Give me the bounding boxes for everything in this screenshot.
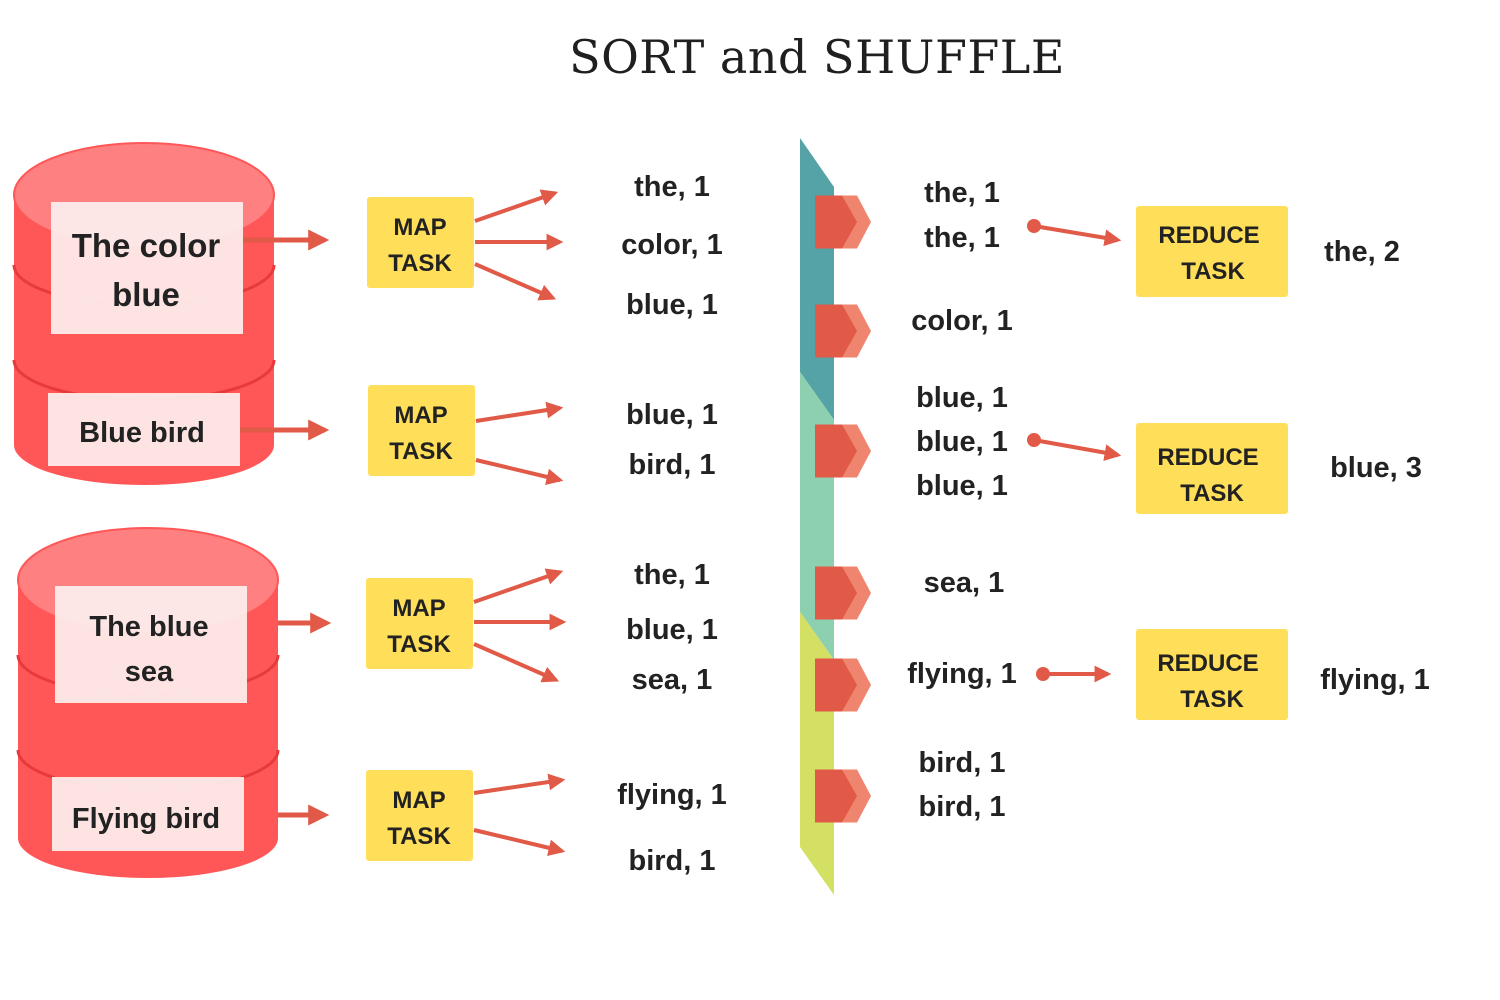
input-split-1: The color blue bbox=[51, 202, 243, 334]
input-split-line: Blue bird bbox=[79, 417, 205, 449]
shuffle-item: bird, 1 bbox=[918, 747, 1005, 779]
map-output-pair: the, 1 bbox=[634, 171, 710, 203]
map-output-arrow bbox=[473, 773, 566, 795]
map-task-label: TASK bbox=[388, 250, 452, 277]
map-output-arrow bbox=[475, 458, 564, 486]
map-output-arrow bbox=[473, 828, 566, 857]
reduce-task-label: TASK bbox=[1180, 480, 1244, 507]
shuffle-item: the, 1 bbox=[924, 177, 1000, 209]
shuffle-to-reduce-connector-2 bbox=[1027, 433, 1122, 461]
map-task-label: MAP bbox=[392, 787, 445, 814]
reduce-result: blue, 3 bbox=[1330, 452, 1422, 484]
input-split-line: Flying bird bbox=[72, 803, 220, 835]
shuffle-item: blue, 1 bbox=[916, 426, 1008, 458]
shuffle-item: blue, 1 bbox=[916, 382, 1008, 414]
reduce-task-2: REDUCE TASK bbox=[1136, 423, 1288, 514]
map-output-arrow bbox=[473, 642, 560, 683]
reduce-task-label: REDUCE bbox=[1158, 222, 1259, 249]
map-task-2: MAP TASK bbox=[368, 385, 475, 476]
reduce-task-label: TASK bbox=[1180, 686, 1244, 713]
map-task-label: TASK bbox=[389, 438, 453, 465]
map-output-pair: the, 1 bbox=[634, 559, 710, 591]
map-task-label: TASK bbox=[387, 631, 451, 658]
input-split-4: Flying bird bbox=[52, 777, 244, 851]
input-split-2: Blue bird bbox=[48, 393, 240, 466]
shuffle-to-reduce-connector-3 bbox=[1036, 665, 1112, 683]
map-task-3: MAP TASK bbox=[366, 578, 473, 669]
map-output-pair: blue, 1 bbox=[626, 614, 718, 646]
map-output-pair: flying, 1 bbox=[617, 779, 727, 811]
input-split-line: blue bbox=[112, 276, 180, 313]
reduce-task-label: REDUCE bbox=[1157, 650, 1258, 677]
map-output-pair: blue, 1 bbox=[626, 399, 718, 431]
map-output-arrow bbox=[473, 568, 564, 604]
map-output-arrow bbox=[474, 189, 559, 223]
map-task-label: TASK bbox=[387, 823, 451, 850]
shuffle-marker bbox=[815, 769, 871, 823]
map-output-pair: blue, 1 bbox=[626, 289, 718, 321]
shuffle-segment-3 bbox=[800, 612, 834, 895]
shuffle-item: color, 1 bbox=[911, 305, 1013, 337]
map-output-arrow bbox=[475, 401, 564, 423]
map-output-pair: sea, 1 bbox=[632, 664, 713, 696]
shuffle-groups: the, 1 the, 1 color, 1 blue, 1 blue, 1 b… bbox=[907, 177, 1017, 823]
map-task-label: MAP bbox=[394, 402, 447, 429]
shuffle-item: sea, 1 bbox=[924, 567, 1005, 599]
shuffle-marker bbox=[815, 566, 871, 620]
map-task-label: MAP bbox=[392, 595, 445, 622]
map-output-pair: color, 1 bbox=[621, 229, 723, 261]
map-task-label: MAP bbox=[393, 214, 446, 241]
map-output-arrow bbox=[474, 262, 557, 301]
shuffle-marker bbox=[815, 424, 871, 478]
map-outputs: the, 1 color, 1 blue, 1 blue, 1 bird, 1 … bbox=[617, 171, 727, 877]
mapreduce-diagram: The color blue Blue bird The blue sea Fl… bbox=[12, 138, 1430, 895]
input-split-line: The color bbox=[72, 227, 221, 264]
input-split-line: sea bbox=[125, 656, 174, 688]
map-output-pair: bird, 1 bbox=[628, 845, 715, 877]
shuffle-segment-1 bbox=[800, 138, 834, 420]
input-split-line: The blue bbox=[89, 611, 208, 643]
shuffle-item: the, 1 bbox=[924, 222, 1000, 254]
shuffle-to-reduce-connector-1 bbox=[1027, 219, 1122, 247]
map-output-pair: bird, 1 bbox=[628, 449, 715, 481]
shuffle-item: blue, 1 bbox=[916, 470, 1008, 502]
reduce-task-1: REDUCE TASK bbox=[1136, 206, 1288, 297]
shuffle-marker bbox=[815, 195, 871, 249]
reduce-task-3: REDUCE TASK bbox=[1136, 629, 1288, 720]
reduce-result: the, 2 bbox=[1324, 236, 1400, 268]
map-task-1: MAP TASK bbox=[367, 197, 474, 288]
reduce-task-label: TASK bbox=[1181, 258, 1245, 285]
reduce-task-label: REDUCE bbox=[1157, 444, 1258, 471]
input-split-3: The blue sea bbox=[55, 586, 247, 703]
shuffle-item: flying, 1 bbox=[907, 658, 1017, 690]
shuffle-marker bbox=[815, 304, 871, 358]
shuffle-marker bbox=[815, 658, 871, 712]
shuffle-item: bird, 1 bbox=[918, 791, 1005, 823]
reduce-result: flying, 1 bbox=[1320, 664, 1430, 696]
map-task-4: MAP TASK bbox=[366, 770, 473, 861]
